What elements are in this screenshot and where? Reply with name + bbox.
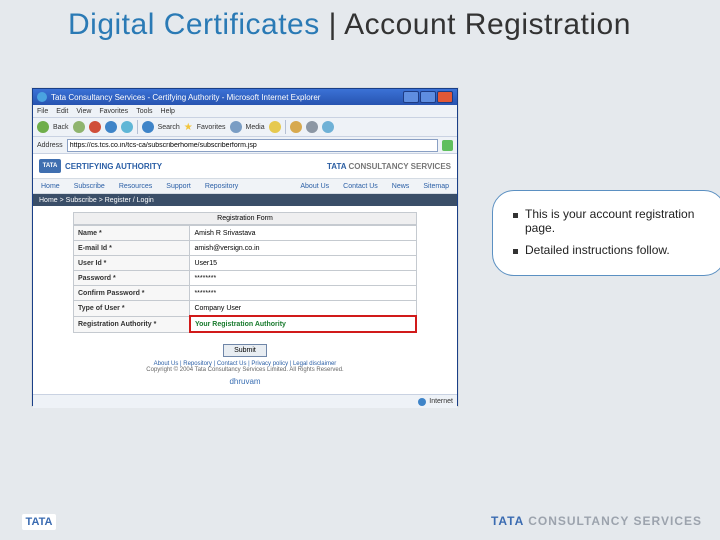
menu-help[interactable]: Help [161,108,175,115]
window-titlebar: Tata Consultancy Services - Certifying A… [33,89,457,105]
status-bar: Internet [33,394,457,408]
label-type: Type of User * [74,301,190,317]
tata-logo: TATA [39,159,61,173]
value-type[interactable]: Company User [190,301,416,317]
nav-support[interactable]: Support [166,183,191,190]
nav-subscribe[interactable]: Subscribe [74,183,105,190]
menu-edit[interactable]: Edit [56,108,68,115]
toolbar-separator [137,120,138,134]
label-ra: Registration Authority * [74,316,190,332]
stop-icon[interactable] [89,121,101,133]
media-label[interactable]: Media [246,124,265,131]
address-bar: Address [33,137,457,154]
search-label[interactable]: Search [158,124,180,131]
go-button[interactable] [442,140,453,151]
tcs-brand-b: CONSULTANCY SERVICES [348,162,451,171]
search-icon[interactable] [142,121,154,133]
value-password[interactable]: ******** [190,271,416,286]
label-confirm: Confirm Password * [74,286,190,301]
nav-resources[interactable]: Resources [119,183,152,190]
back-icon[interactable] [37,121,49,133]
print-icon[interactable] [306,121,318,133]
edit-icon[interactable] [322,121,334,133]
form-title: Registration Form [73,212,417,225]
refresh-icon[interactable] [105,121,117,133]
footer-brand-a: TATA [491,514,528,528]
nav-news[interactable]: News [392,183,410,190]
copyright: Copyright © 2004 Tata Consultancy Servic… [33,367,457,373]
mail-icon[interactable] [290,121,302,133]
page-body: TATA CERTIFYING AUTHORITY TATA CONSULTAN… [33,154,457,408]
value-userid[interactable]: User15 [190,256,416,271]
slide-footer-right: TATA CONSULTANCY SERVICES [491,514,702,528]
tata-footer-logo: TATA [22,514,56,530]
toolbar: Back Search ★ Favorites Media [33,118,457,137]
label-userid: User Id * [74,256,190,271]
page-footer: About Us | Repository | Contact Us | Pri… [33,361,457,386]
tcs-brand-a: TATA [327,162,348,171]
label-password: Password * [74,271,190,286]
internet-icon [418,398,426,406]
page-heading: CERTIFYING AUTHORITY [65,162,162,171]
toolbar-separator-2 [285,120,286,134]
home-icon[interactable] [121,121,133,133]
forward-icon[interactable] [73,121,85,133]
nav-about[interactable]: About Us [300,183,329,190]
status-zone: Internet [429,398,453,405]
nav-repository[interactable]: Repository [205,183,238,190]
window-title: Tata Consultancy Services - Certifying A… [51,93,403,102]
menu-tools[interactable]: Tools [136,108,152,115]
submit-button[interactable]: Submit [223,344,267,357]
callout-item-1: This is your account registration page. [513,203,709,239]
value-confirm[interactable]: ******** [190,286,416,301]
nav-contact[interactable]: Contact Us [343,183,378,190]
callout-bubble: This is your account registration page. … [492,190,720,276]
value-ra[interactable]: Your Registration Authority [190,316,416,332]
slide-footer-left: TATA [22,514,56,530]
address-input[interactable] [67,139,438,152]
minimize-button[interactable] [403,91,419,103]
page-header: TATA CERTIFYING AUTHORITY TATA CONSULTAN… [33,154,457,179]
tcs-brand: TATA CONSULTANCY SERVICES [327,162,451,171]
label-name: Name * [74,226,190,241]
menu-favorites[interactable]: Favorites [99,108,128,115]
ie-window: Tata Consultancy Services - Certifying A… [32,88,458,406]
slide-title: Digital Certificates | Account Registrat… [68,8,631,42]
callout-item-2: Detailed instructions follow. [513,239,709,261]
favorites-label[interactable]: Favorites [197,124,226,131]
media-icon[interactable] [230,121,242,133]
ie-icon [37,92,47,102]
back-label[interactable]: Back [53,124,69,131]
menu-file[interactable]: File [37,108,48,115]
nav-home[interactable]: Home [41,183,60,190]
close-button[interactable] [437,91,453,103]
title-sep: | [320,8,344,41]
title-right: Account Registration [344,8,631,41]
title-left: Digital Certificates [68,8,320,41]
history-icon[interactable] [269,121,281,133]
favorites-icon[interactable]: ★ [184,122,193,133]
value-email[interactable]: amish@versign.co.in [190,241,416,256]
label-email: E-mail Id * [74,241,190,256]
registration-form: Registration Form Name *Amish R Srivasta… [33,206,457,363]
footer-brand-b: CONSULTANCY SERVICES [528,514,702,528]
menu-view[interactable]: View [76,108,91,115]
value-name[interactable]: Amish R Srivastava [190,226,416,241]
address-label: Address [37,142,63,149]
nav-sitemap[interactable]: Sitemap [423,183,449,190]
menu-bar: File Edit View Favorites Tools Help [33,105,457,118]
powered-by: dhruvam [33,377,457,386]
site-nav: Home Subscribe Resources Support Reposit… [33,179,457,194]
maximize-button[interactable] [420,91,436,103]
breadcrumb: Home > Subscribe > Register / Login [33,194,457,206]
